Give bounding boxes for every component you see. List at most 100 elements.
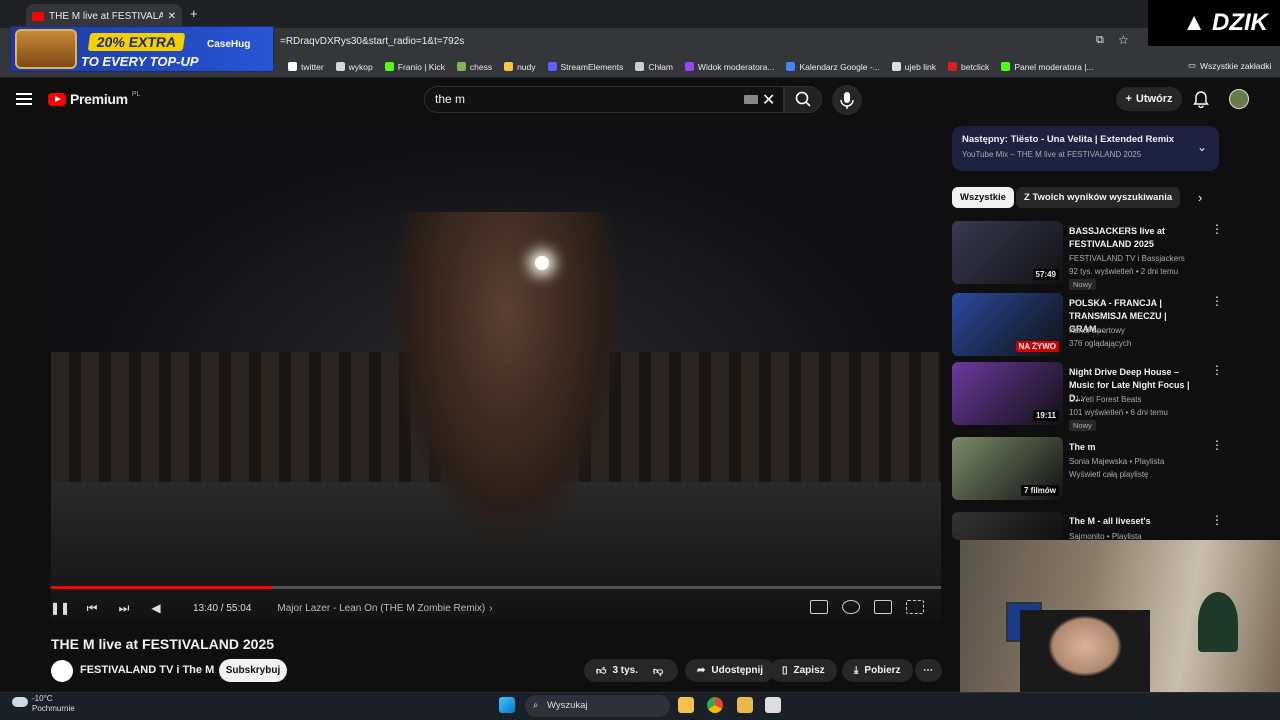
bookmark-item[interactable]: wykop [330, 62, 379, 72]
video-thumbnail[interactable]: NA ŻYWO [952, 293, 1063, 356]
video-item-channel[interactable]: Sonia Majewska • Playlista [1069, 455, 1209, 468]
bookmark-item[interactable]: Chłam [629, 62, 679, 72]
duration-badge: 57:49 [1032, 269, 1059, 280]
webcam-overlay [960, 540, 1280, 692]
keyboard-icon[interactable] [744, 95, 758, 104]
bookmark-item[interactable]: chess [451, 62, 498, 72]
chapter-title[interactable]: Major Lazer - Lean On (THE M Zombie Remi… [277, 603, 485, 614]
pause-icon[interactable]: ❚❚ [50, 600, 70, 616]
video-item-meta: 376 oglądających [1069, 339, 1132, 348]
video-player[interactable] [51, 122, 941, 622]
more-vertical-icon[interactable]: ⋮ [1211, 363, 1223, 377]
like-count: 3 tys. [612, 665, 639, 676]
star-icon[interactable]: ☆ [1118, 33, 1129, 47]
volume-icon[interactable]: ◀ [147, 600, 165, 616]
bookmark-label: betclick [960, 61, 990, 72]
search-input[interactable]: the m [424, 86, 784, 113]
taskbar-search[interactable]: ⌕ Wyszukaj [525, 695, 670, 717]
notifications-bell-icon[interactable] [1192, 90, 1210, 109]
duration-badge: NA ŻYWO [1015, 341, 1059, 352]
bookmark-label: nudy [517, 61, 536, 72]
subscribe-button[interactable]: Subskrybuj [219, 659, 287, 682]
chevron-down-icon[interactable]: ⌄ [1197, 140, 1207, 154]
video-item-title[interactable]: BASSJACKERS live at FESTIVALAND 2025 [1069, 225, 1204, 251]
create-button[interactable]: + Utwórz [1116, 87, 1182, 111]
chevron-right-icon[interactable]: › [489, 603, 492, 614]
miniplayer-icon[interactable] [874, 600, 892, 614]
bookmark-label: chess [469, 61, 493, 72]
more-vertical-icon[interactable]: ⋮ [1211, 438, 1223, 452]
notepad-icon[interactable] [765, 697, 781, 713]
fullscreen-icon[interactable] [906, 600, 924, 614]
temperature: -10°C [32, 694, 53, 703]
video-light [535, 256, 549, 270]
hamburger-menu-icon[interactable] [16, 90, 32, 106]
app-icon[interactable] [737, 697, 753, 713]
channel-avatar[interactable] [51, 660, 73, 682]
taskbar-search-label: Wyszukaj [547, 700, 588, 711]
video-thumbnail[interactable]: 57:49 [952, 221, 1063, 284]
search-button[interactable] [784, 86, 822, 113]
bookmark-item[interactable]: twitter [282, 62, 330, 72]
video-item-channel[interactable]: Kanał Sportowy [1069, 324, 1209, 337]
download-button[interactable]: ⤓ Pobierz [842, 659, 913, 682]
youtube-play-icon [48, 92, 66, 106]
bookmark-item[interactable]: Panel moderatora |... [995, 62, 1099, 72]
subtitles-icon[interactable] [810, 600, 828, 614]
next-icon[interactable]: ⏭ [115, 600, 133, 616]
more-vertical-icon[interactable]: ⋮ [1211, 294, 1223, 308]
bookmark-item[interactable]: StreamElements [542, 62, 630, 72]
bookmark-item[interactable]: Franio | Kick [379, 62, 451, 72]
clear-search-icon[interactable]: ✕ [762, 90, 775, 110]
video-thumbnail[interactable]: 7 filmów [952, 437, 1063, 500]
browser-tab[interactable]: THE M live at FESTIVALAND ✕ [26, 4, 182, 28]
like-button[interactable]: 👍︎ 3 tys. [584, 659, 651, 682]
windows-start-icon[interactable] [499, 697, 515, 713]
previous-icon[interactable]: ⏮ [83, 600, 101, 616]
chevron-right-icon[interactable]: › [1198, 190, 1202, 205]
bookmark-item[interactable]: Kalendarz Google -... [780, 62, 885, 72]
share-label: Udostępnij [711, 665, 764, 676]
more-vertical-icon[interactable]: ⋮ [1211, 222, 1223, 236]
up-next-panel[interactable]: Następny: Tiësto - Una Velita | Extended… [952, 126, 1219, 171]
file-explorer-icon[interactable] [678, 697, 694, 713]
chip-all[interactable]: Wszystkie [952, 187, 1014, 208]
new-tab-icon[interactable]: + [190, 6, 198, 21]
url-field[interactable]: =RDraqvDXRys30&start_radio=1&t=792s [270, 32, 1140, 52]
all-bookmarks[interactable]: ▭ Wszystkie zakładki [1188, 60, 1271, 71]
video-title: THE M live at FESTIVALAND 2025 [51, 636, 275, 652]
ad-overlay[interactable]: 20% EXTRA TO EVERY TOP-UP CaseHug [10, 26, 274, 72]
bookmark-item[interactable]: Widok moderatora... [679, 62, 781, 72]
bookmark-favicon-icon [288, 62, 297, 71]
chrome-icon[interactable] [707, 697, 723, 713]
account-avatar[interactable] [1229, 89, 1249, 109]
save-button[interactable]: ▯ Zapisz [770, 659, 837, 682]
share-button[interactable]: ➦ Udostępnij [685, 659, 776, 682]
up-next-label: Następny: Tiësto - Una Velita | Extended… [962, 134, 1175, 145]
settings-gear-icon[interactable] [842, 600, 860, 614]
video-item-channel[interactable]: FESTIVALAND TV i Bassjackers [1069, 252, 1209, 265]
youtube-logo[interactable]: Premium PL [48, 91, 140, 107]
create-label: Utwórz [1135, 93, 1173, 105]
video-item-title[interactable]: The M - all liveset's [1069, 515, 1204, 528]
more-vertical-icon[interactable]: ⋮ [1211, 513, 1223, 527]
video-thumbnail[interactable]: 19:11 [952, 362, 1063, 425]
bookmark-item[interactable]: nudy [498, 62, 541, 72]
bookmark-item[interactable]: ujeb link [886, 62, 942, 72]
download-icon: ⤓ [854, 665, 859, 676]
video-item-channel[interactable]: DJ Yeti Forest Beats [1069, 393, 1209, 406]
weather-widget[interactable]: -10°C Pochmurnie [12, 694, 75, 714]
video-item-title[interactable]: The m [1069, 441, 1204, 454]
more-actions-button[interactable]: ⋯ [915, 659, 942, 682]
chip-from-search[interactable]: Z Twoich wyników wyszukiwania [1016, 187, 1181, 208]
bookmark-label: twitter [301, 61, 324, 72]
bookmark-item[interactable]: betclick [942, 62, 995, 72]
video-thumbnail[interactable] [952, 512, 1063, 540]
channel-name[interactable]: FESTIVALAND TV i The M [80, 664, 214, 676]
close-icon[interactable]: ✕ [168, 11, 176, 22]
voice-search-button[interactable] [832, 85, 862, 115]
install-app-icon[interactable]: ⧉ [1096, 34, 1104, 47]
youtube-favicon-icon [32, 11, 44, 21]
dislike-button[interactable]: 👎︎ [642, 659, 678, 682]
bookmark-favicon-icon [504, 62, 514, 71]
